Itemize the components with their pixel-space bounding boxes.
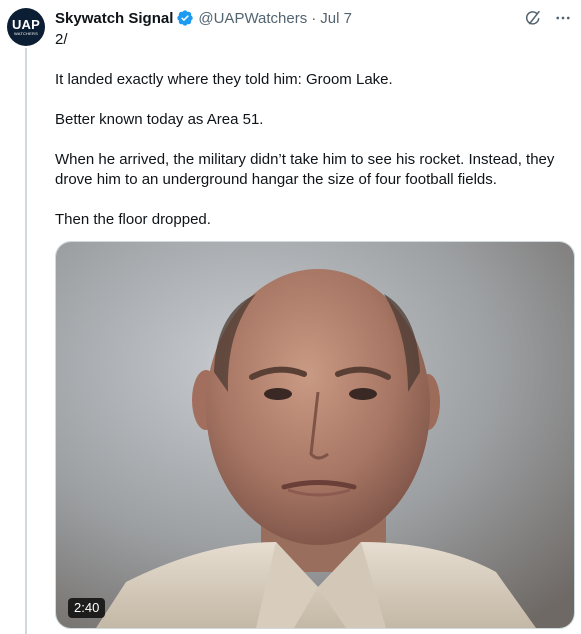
thread-number: 2/ [55,31,68,48]
post-date[interactable]: Jul 7 [320,10,352,27]
avatar-logo-text: UAP [11,16,41,32]
tweet-paragraph: It landed exactly where they told him: G… [55,71,393,88]
author-handle[interactable]: @UAPWatchers [198,10,307,27]
grok-icon[interactable] [523,8,543,28]
verified-badge-icon[interactable] [176,9,194,27]
tweet-paragraph: Better known today as Area 51. [55,111,264,128]
tweet[interactable]: UAP WATCHERS Skywatch Signal @UAPWatcher… [0,0,581,634]
avatar-logo-subtext: WATCHERS [13,30,39,36]
display-name[interactable]: Skywatch Signal [55,10,173,27]
video-thumbnail [56,242,574,628]
separator-dot: · [311,9,317,27]
video-duration: 2:40 [68,598,106,618]
tweet-text: 2/ It landed exactly where they told him… [55,30,575,250]
thread-line [25,48,27,634]
tweet-header: Skywatch Signal @UAPWatchers · Jul 7 [55,8,352,28]
video-player[interactable]: 2:40 [55,241,575,629]
tweet-paragraph: Then the floor dropped. [55,211,211,228]
more-icon[interactable] [553,8,573,28]
avatar[interactable]: UAP WATCHERS [7,8,45,46]
tweet-actions [523,8,573,28]
tweet-paragraph: When he arrived, the military didn’t tak… [55,151,555,188]
